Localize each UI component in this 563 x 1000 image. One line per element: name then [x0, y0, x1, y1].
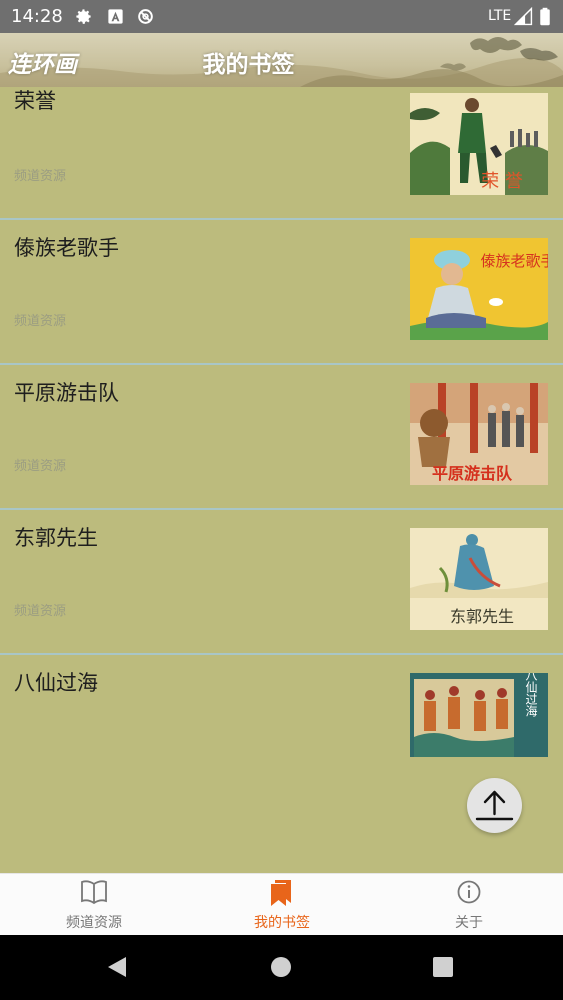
- cover-title: 八仙过海: [524, 673, 538, 717]
- item-source: 频道资源: [14, 604, 67, 619]
- scroll-to-top-button[interactable]: [467, 778, 522, 833]
- network-type: LTE: [488, 8, 512, 24]
- recents-icon[interactable]: [433, 957, 453, 977]
- item-cover[interactable]: 八仙过海: [410, 673, 548, 757]
- settings-gear-icon: [76, 9, 91, 24]
- home-icon[interactable]: [270, 956, 292, 978]
- status-time: 14:28: [11, 6, 63, 27]
- list-item[interactable]: 荣誉 频道资源 荣 誉: [0, 87, 563, 220]
- arrow-up-icon: [475, 790, 514, 821]
- item-title: 荣誉: [14, 89, 56, 113]
- info-icon: [457, 880, 481, 904]
- page-title: 我的书签: [202, 52, 295, 78]
- bottom-navigation: 频道资源 我的书签 关于: [0, 873, 563, 935]
- app-bar: 连环画 我的书签: [0, 33, 563, 87]
- list-item[interactable]: 平原游击队 频道资源 平原游击队: [0, 365, 563, 510]
- list-item[interactable]: 东郭先生 频道资源 东郭先生: [0, 510, 563, 655]
- tab-label: 频道资源: [66, 915, 122, 931]
- tab-about[interactable]: 关于: [375, 874, 563, 936]
- tab-label: 我的书签: [254, 915, 310, 931]
- item-cover[interactable]: 东郭先生: [410, 528, 548, 630]
- cover-title: 荣 誉: [481, 171, 523, 192]
- item-cover[interactable]: 荣 誉: [410, 93, 548, 195]
- item-title: 东郭先生: [14, 526, 98, 550]
- cover-title: 东郭先生: [450, 607, 514, 626]
- data-saver-icon: [138, 9, 153, 24]
- book-open-icon: [81, 880, 107, 905]
- cover-title: 傣族老歌手: [480, 252, 548, 270]
- tab-my-bookmarks[interactable]: 我的书签: [188, 874, 376, 936]
- tab-label: 关于: [455, 915, 483, 931]
- item-source: 频道资源: [14, 169, 67, 184]
- item-cover[interactable]: 平原游击队: [410, 383, 548, 485]
- tab-channel-resources[interactable]: 频道资源: [0, 874, 188, 936]
- item-title: 平原游击队: [14, 381, 119, 405]
- status-bar: 14:28 LTE: [0, 0, 563, 33]
- system-navigation-bar: [0, 935, 563, 1000]
- item-title: 八仙过海: [14, 671, 98, 695]
- list-item[interactable]: 傣族老歌手 频道资源 傣族老歌手: [0, 220, 563, 365]
- item-source: 频道资源: [14, 459, 67, 474]
- app-a-icon: [108, 9, 123, 24]
- item-cover[interactable]: 傣族老歌手: [410, 238, 548, 340]
- battery-icon: [540, 7, 550, 26]
- cover-title: 平原游击队: [432, 464, 513, 483]
- bookmark-list[interactable]: 荣誉 频道资源 荣 誉 傣族老歌手 频道资源 傣族老歌 平原游击队 频道资源 平…: [0, 87, 563, 873]
- signal-icon: [514, 7, 533, 26]
- item-title: 傣族老歌手: [14, 236, 119, 260]
- back-icon[interactable]: [106, 955, 128, 979]
- bookmark-icon: [271, 880, 291, 906]
- item-source: 频道资源: [14, 314, 67, 329]
